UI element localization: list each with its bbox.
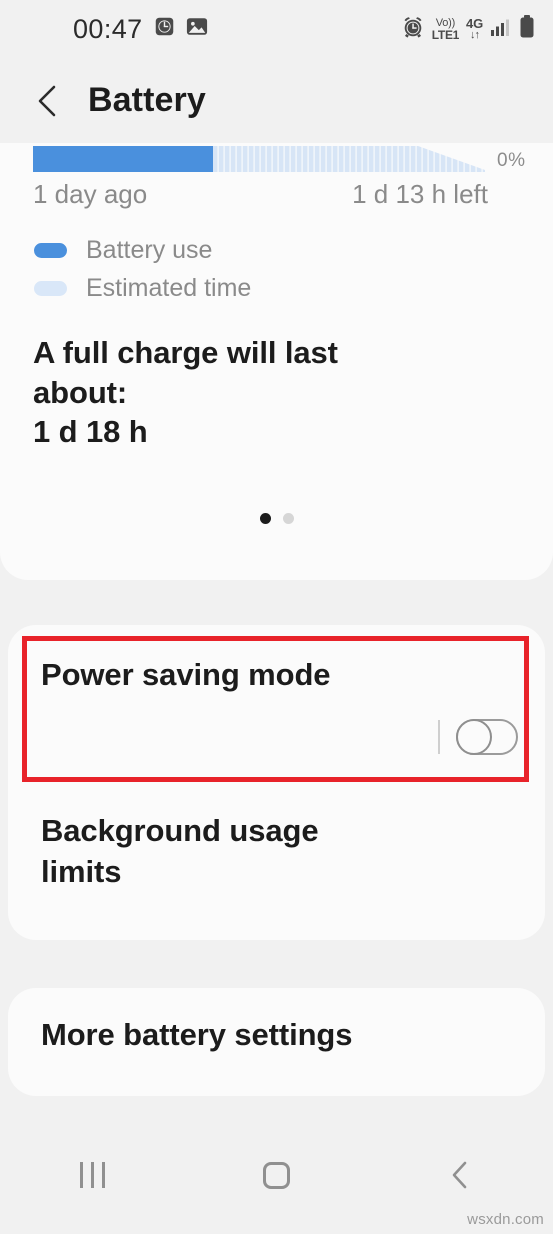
battery-usage-chart (33, 146, 488, 174)
summary-line-1: A full charge will last (33, 335, 338, 370)
full-charge-summary: A full charge will last about: 1 d 18 h (33, 333, 473, 452)
chart-captions: 1 day ago 1 d 13 h left (33, 179, 488, 210)
chart-legend: Battery use Estimated time (34, 231, 251, 307)
clock-icon (154, 16, 175, 42)
background-usage-limits-row[interactable]: Background usage limits (8, 781, 545, 940)
recents-button[interactable] (0, 1162, 184, 1188)
background-usage-line-2: limits (41, 853, 122, 889)
chart-battery-use-area (33, 146, 213, 172)
more-battery-settings-card[interactable]: More battery settings (8, 988, 545, 1096)
chart-percent-label: 0% (497, 150, 526, 171)
power-saving-mode-label: Power saving mode (41, 657, 331, 692)
background-usage-line-1: Background usage (41, 813, 319, 848)
back-button[interactable] (30, 84, 64, 118)
status-clock: 00:47 (73, 13, 143, 44)
volte-icon: Vo)) LTE1 (431, 16, 460, 42)
network-4g-icon: 4G ↓↑ (466, 16, 483, 41)
nav-back-button[interactable] (368, 1160, 552, 1190)
power-saving-toggle-area[interactable] (438, 719, 518, 755)
chart-estimated-time-area (213, 146, 488, 172)
signal-bars-icon (490, 16, 512, 43)
battery-icon (519, 15, 535, 43)
summary-line-2: about: (33, 374, 128, 410)
legend-swatch-estimated-time (34, 280, 67, 296)
background-usage-limits-label: Background usage limits (41, 811, 441, 893)
back-chevron-icon (452, 1161, 467, 1189)
home-button[interactable] (184, 1161, 368, 1189)
navigation-bar: wsxdn.com (0, 1116, 553, 1234)
chart-caption-left: 1 day ago (33, 179, 148, 209)
recents-icon (79, 1162, 105, 1188)
more-battery-settings-row[interactable]: More battery settings (8, 988, 545, 1096)
chart-caption-right: 1 d 13 h left (352, 179, 488, 209)
legend-label-battery-use: Battery use (86, 235, 213, 264)
status-bar: 00:47 Vo)) LTE1 4G ↓↑ (0, 0, 553, 58)
legend-label-estimated-time: Estimated time (86, 273, 252, 302)
summary-line-3: 1 d 18 h (33, 414, 148, 450)
page-indicator[interactable] (0, 513, 553, 524)
more-battery-settings-label: More battery settings (41, 1017, 353, 1052)
toggle-knob (456, 719, 492, 755)
phone-screen: 00:47 Vo)) LTE1 4G ↓↑ Battery 0% 1 day a… (0, 0, 553, 1234)
status-bar-left: 00:47 (73, 14, 208, 45)
page-dot-2[interactable] (282, 513, 294, 524)
power-saving-mode-row[interactable]: Power saving mode (8, 625, 545, 781)
battery-modes-card: Power saving mode Background usage limit… (8, 625, 545, 940)
alarm-icon (401, 15, 425, 44)
legend-item-battery-use: Battery use (34, 231, 251, 269)
toggle-divider (438, 720, 440, 754)
app-header: Battery (0, 58, 553, 143)
home-icon (262, 1161, 290, 1189)
legend-swatch-battery-use (34, 242, 67, 258)
page-title: Battery (88, 81, 206, 119)
battery-summary-card: 0% 1 day ago 1 d 13 h left Battery use E… (0, 143, 553, 580)
power-saving-toggle[interactable] (456, 719, 518, 755)
gallery-icon (186, 16, 208, 42)
legend-item-estimated-time: Estimated time (34, 269, 251, 307)
chevron-left-icon (38, 85, 56, 116)
page-dot-1[interactable] (259, 513, 271, 524)
status-bar-right: Vo)) LTE1 4G ↓↑ (401, 15, 535, 44)
watermark: wsxdn.com (467, 1211, 544, 1228)
